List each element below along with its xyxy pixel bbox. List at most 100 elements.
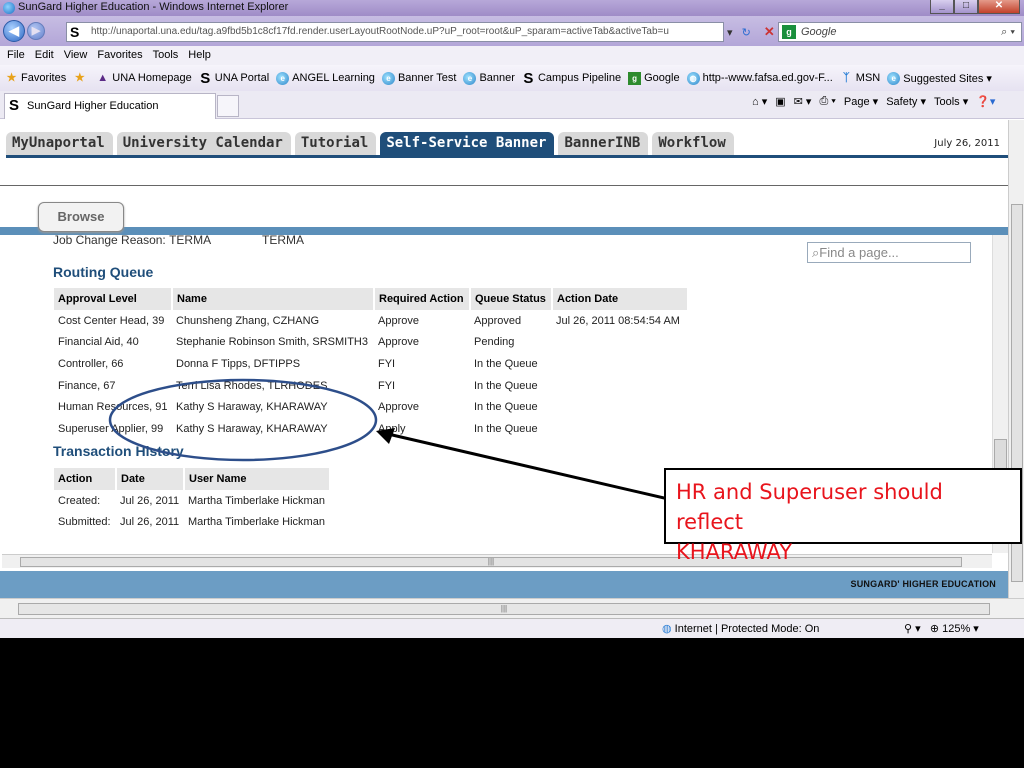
browser-tab-active[interactable]: S SunGard Higher Education: [4, 93, 216, 119]
column-header: User Name: [184, 468, 331, 490]
mail-icon[interactable]: ✉ ▾: [794, 95, 812, 108]
page-hscroll-thumb[interactable]: |||: [18, 603, 990, 615]
search-input[interactable]: g Google ⌕ ▾: [778, 22, 1022, 42]
column-header: Queue Status: [470, 288, 553, 310]
action-cell: Submitted:: [58, 516, 111, 529]
menu-favorites[interactable]: Favorites: [92, 46, 147, 65]
print-icon[interactable]: ⎙ ▾: [819, 95, 835, 108]
address-dropdown-icon[interactable]: ▾: [727, 27, 733, 39]
new-tab-button[interactable]: [217, 95, 239, 117]
queue-status-cell: In the Queue: [474, 379, 538, 392]
google-icon: g: [628, 71, 642, 85]
fav-link-una-portal[interactable]: S UNA Portal: [199, 71, 269, 86]
feeds-icon[interactable]: ▣: [775, 95, 785, 108]
routing-queue-header: Approval Level Name Required Action Queu…: [54, 288, 689, 310]
name-cell: Donna F Tipps, DFTIPPS: [176, 357, 301, 370]
action-date-cell: Jul 26, 2011 08:54:54 AM: [556, 314, 680, 327]
fav-label: Banner Test: [397, 72, 457, 84]
help-icon[interactable]: ❓▾: [976, 95, 995, 108]
transaction-history-header: Action Date User Name: [54, 468, 331, 490]
approval-level-cell: Controller, 66: [58, 357, 124, 370]
stop-icon[interactable]: ✕: [764, 24, 775, 39]
address-row: ◀ ▶ S http://unaportal.una.edu/tag.a9fbd…: [0, 16, 1024, 46]
table-row: Human Resources, 91 Kathy S Haraway, KHA…: [54, 396, 688, 418]
ie-page-icon: e: [887, 71, 901, 85]
close-window-button[interactable]: ✕: [978, 0, 1020, 14]
add-favorite-button[interactable]: ★: [73, 72, 89, 85]
address-bar[interactable]: S http://unaportal.una.edu/tag.a9fbd5b1c…: [66, 22, 724, 42]
title-bar: SunGard Higher Education - Windows Inter…: [0, 0, 1024, 16]
globe-icon: ◍: [662, 623, 672, 635]
portal-divider: [0, 185, 1008, 186]
home-icon[interactable]: ⌂ ▾: [752, 95, 767, 108]
inner-scroll-thumb[interactable]: [994, 439, 1007, 471]
table-row: Created: Jul 26, 2011 Martha Timberlake …: [54, 490, 330, 512]
action-date-cell: [552, 353, 688, 375]
fav-label: Campus Pipeline: [537, 72, 622, 84]
transaction-history-title: Transaction History: [53, 443, 184, 459]
menu-tools[interactable]: Tools: [148, 46, 184, 65]
tools-menu[interactable]: Tools ▾: [934, 95, 968, 108]
fav-link-google[interactable]: g Google: [628, 71, 680, 85]
minimize-button[interactable]: _: [930, 0, 954, 14]
menu-edit[interactable]: Edit: [30, 46, 59, 65]
portal-tab-workflow[interactable]: Workflow: [652, 132, 734, 155]
required-action-cell: Approve: [378, 401, 419, 414]
annotation-callout: HR and Superuser should reflect KHARAWAY: [664, 468, 1022, 564]
portal-tab-tutorial[interactable]: Tutorial: [294, 132, 377, 155]
favorites-button[interactable]: ★ Favorites: [5, 72, 67, 85]
safety-menu[interactable]: Safety ▾: [886, 95, 926, 108]
browse-button[interactable]: Browse: [38, 202, 124, 232]
status-bar: ◍ Internet | Protected Mode: On ⚲ ▾ ⊕ 12…: [0, 618, 1024, 638]
portal-tab-myunaportal[interactable]: MyUnaportal: [6, 132, 113, 155]
security-zone[interactable]: ◍ Internet | Protected Mode: On: [662, 622, 819, 635]
fav-link-fafsa[interactable]: ◍ http--www.fafsa.ed.gov-F...: [686, 71, 833, 85]
table-row: Superuser Applier, 99 Kathy S Haraway, K…: [54, 418, 688, 440]
portal-tab-bannerinb[interactable]: BannerINB: [558, 132, 649, 155]
search-icon[interactable]: ⌕ ▾: [1001, 23, 1015, 41]
table-row: Submitted: Jul 26, 2011 Martha Timberlak…: [54, 512, 330, 534]
fav-label: Google: [644, 72, 680, 84]
browser-tab-title: SunGard Higher Education: [27, 100, 159, 112]
ie-page-icon: e: [463, 71, 477, 85]
menu-file[interactable]: File: [2, 46, 30, 65]
una-icon: ▲: [97, 71, 109, 84]
fav-link-banner-test[interactable]: e Banner Test: [381, 71, 457, 85]
fav-label: Suggested Sites ▾: [903, 72, 992, 85]
column-header: Date: [116, 468, 185, 490]
fav-link-campus-pipeline[interactable]: S Campus Pipeline: [522, 71, 622, 86]
security-zone-text: Internet | Protected Mode: On: [674, 623, 820, 635]
portal-date: July 26, 2011: [934, 138, 1000, 149]
name-cell: Chunsheng Zhang, CZHANG: [176, 314, 320, 327]
menu-help[interactable]: Help: [183, 46, 216, 65]
required-action-cell: Apply: [378, 422, 406, 435]
fav-link-una-homepage[interactable]: ▲ UNA Homepage: [96, 71, 191, 85]
find-page-input[interactable]: ⌕Find a page...: [807, 242, 971, 263]
ie-logo-icon: [3, 2, 15, 14]
fav-link-msn[interactable]: ᛉ MSN: [840, 72, 880, 85]
fav-link-suggested-sites[interactable]: e Suggested Sites ▾: [887, 71, 992, 85]
portal-tab-self-service-banner[interactable]: Self-Service Banner: [380, 132, 555, 155]
refresh-icon[interactable]: ↻: [742, 27, 751, 39]
browse-strip: [0, 227, 1008, 235]
fav-link-banner[interactable]: e Banner: [463, 71, 515, 85]
routing-queue-table: Approval Level Name Required Action Queu…: [54, 288, 689, 440]
page-horizontal-scrollbar[interactable]: |||: [0, 598, 1024, 618]
name-cell: Kathy S Haraway, KHARAWAY: [176, 401, 328, 414]
date-cell: Jul 26, 2011: [120, 494, 180, 507]
msn-butterfly-icon: ᛉ: [842, 71, 850, 84]
portal-tab-university-calendar[interactable]: University Calendar: [116, 132, 291, 155]
forward-button[interactable]: ▶: [27, 22, 45, 40]
action-date-cell: [552, 332, 688, 354]
ie-page-icon: e: [276, 71, 290, 85]
queue-status-cell: In the Queue: [474, 401, 538, 414]
name-cell: Stephanie Robinson Smith, SRSMITH3: [176, 336, 368, 349]
zoom-control[interactable]: ⚲ ▾ ⊕ 125% ▾: [904, 622, 979, 635]
approval-level-cell: Human Resources, 91: [58, 401, 168, 414]
page-menu[interactable]: Page ▾: [844, 95, 878, 108]
fav-link-angel[interactable]: e ANGEL Learning: [276, 71, 375, 85]
zoom-icon: ⊕: [929, 623, 940, 635]
maximize-button[interactable]: □: [954, 0, 978, 14]
back-button[interactable]: ◀: [3, 20, 25, 42]
menu-view[interactable]: View: [59, 46, 93, 65]
